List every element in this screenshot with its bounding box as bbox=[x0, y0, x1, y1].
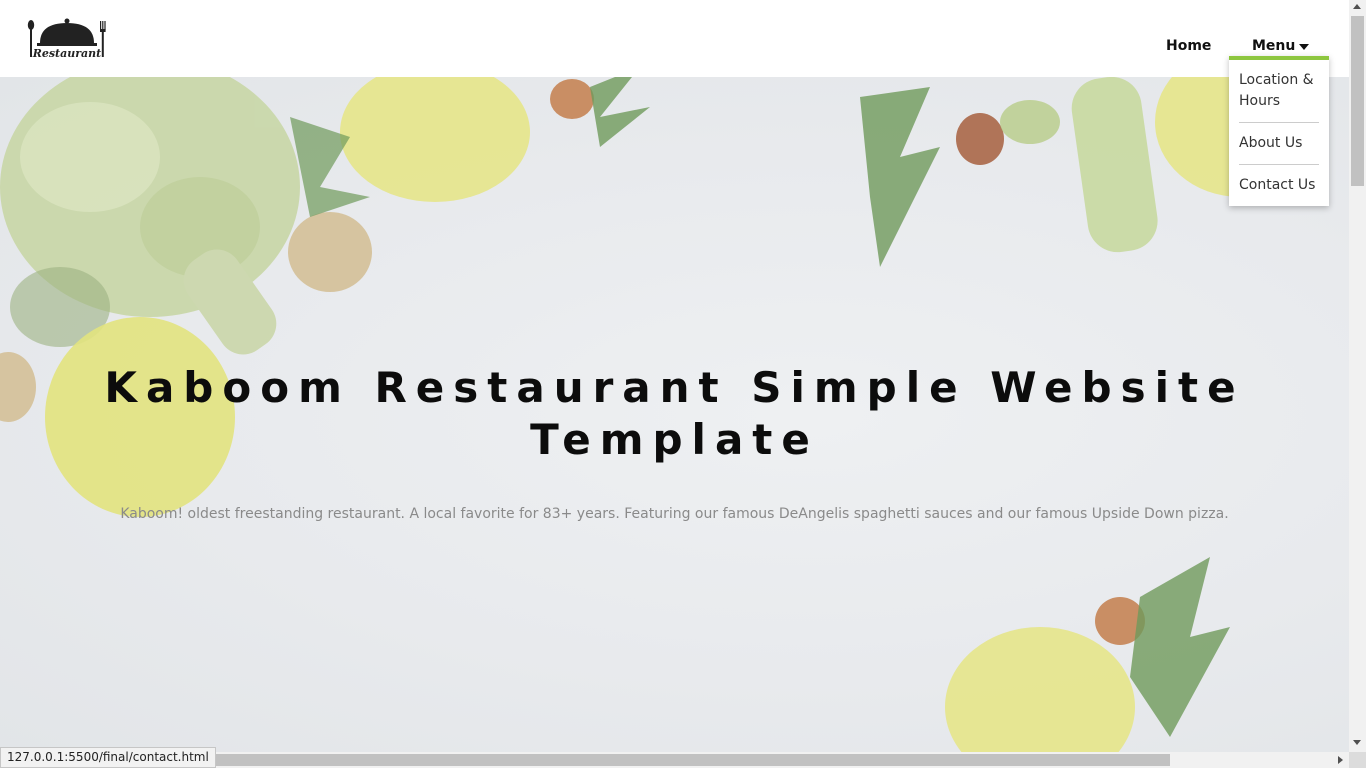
nav-home-link[interactable]: Home bbox=[1166, 38, 1211, 54]
site-header: Restaurant Home Menu bbox=[0, 0, 1349, 77]
scroll-right-arrow-icon[interactable] bbox=[1338, 756, 1343, 764]
main-nav: Home Menu bbox=[0, 38, 1349, 58]
status-bar-url: 127.0.0.1:5500/final/contact.html bbox=[0, 747, 216, 768]
scrollbar-corner bbox=[1349, 752, 1366, 768]
dropdown-item-location-hours[interactable]: Location & Hours bbox=[1239, 60, 1319, 123]
hero-section: Kaboom Restaurant Simple Website Templat… bbox=[0, 77, 1349, 752]
hero-subtitle: Kaboom! oldest freestanding restaurant. … bbox=[120, 506, 1229, 522]
menu-dropdown: Location & Hours About Us Contact Us bbox=[1229, 56, 1329, 206]
scroll-up-arrow-icon[interactable] bbox=[1353, 4, 1361, 9]
dropdown-item-contact-us[interactable]: Contact Us bbox=[1239, 165, 1319, 206]
nav-menu-toggle[interactable]: Menu bbox=[1252, 38, 1310, 54]
hero-title: Kaboom Restaurant Simple Website Templat… bbox=[104, 363, 1245, 464]
dropdown-item-about-us[interactable]: About Us bbox=[1239, 123, 1319, 165]
vertical-scrollbar-thumb[interactable] bbox=[1351, 16, 1364, 186]
caret-down-icon bbox=[1299, 44, 1310, 50]
vertical-scrollbar[interactable] bbox=[1349, 0, 1366, 752]
scroll-down-arrow-icon[interactable] bbox=[1353, 740, 1361, 745]
nav-menu-label: Menu bbox=[1252, 38, 1296, 54]
